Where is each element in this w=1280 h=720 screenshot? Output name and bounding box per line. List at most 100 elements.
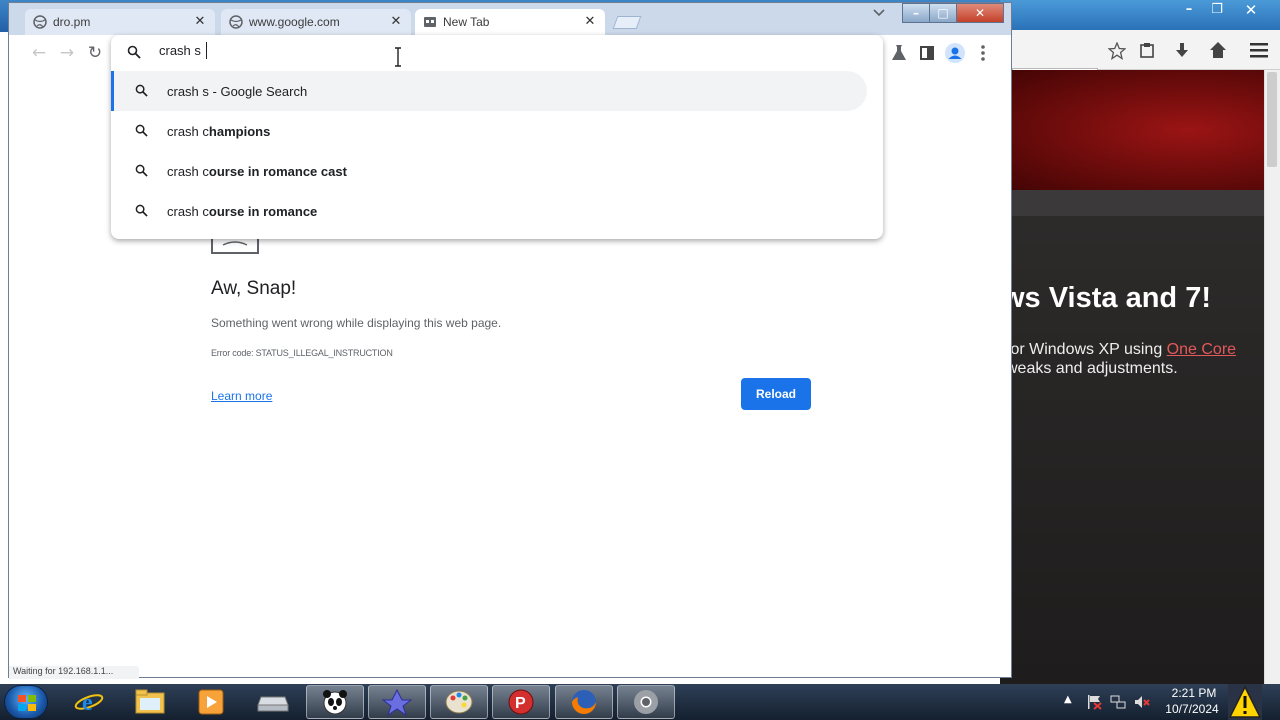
close-tab-icon[interactable]: ✕ [193, 14, 207, 29]
status-bubble: Waiting for 192.168.1.1... [9, 666, 139, 679]
labs-button[interactable] [889, 43, 909, 63]
search-icon [135, 164, 148, 177]
home-icon[interactable] [1209, 41, 1227, 59]
side-panel-icon [920, 46, 934, 60]
bird-icon [382, 688, 412, 716]
omnibox-dropdown: crash s crash s - Google Search crash ch… [111, 35, 883, 239]
close-window-button[interactable]: ✕ [956, 3, 1004, 23]
tab-title: dro.pm [53, 15, 91, 29]
drive-button[interactable] [244, 685, 302, 719]
background-content-area [1000, 190, 1268, 684]
panda-icon [323, 690, 347, 715]
suggestion-item[interactable]: crash course in romance [111, 191, 867, 231]
warning-icon[interactable] [1228, 684, 1262, 720]
clipboard-icon[interactable] [1139, 42, 1155, 58]
profile-button[interactable] [945, 43, 965, 63]
panda-app-button[interactable] [306, 685, 364, 719]
suggestion-typed: crash c [167, 164, 209, 179]
background-heading: ws Vista and 7! [1002, 282, 1211, 314]
suggestion-suffix: - Google Search [208, 84, 308, 99]
suggestion-text: crash s - Google Search [167, 84, 307, 99]
window-controls: – □ ✕ [902, 3, 1011, 23]
volume-muted-icon[interactable] [1134, 694, 1150, 710]
omnibox-input[interactable]: crash s [159, 43, 201, 58]
taskbar: e P ▲ [0, 684, 1280, 720]
background-close-button[interactable]: ✕ [1238, 1, 1264, 19]
background-window-toolbar [1000, 30, 1280, 92]
tab-title: New Tab [443, 15, 490, 29]
globe-icon [33, 15, 47, 29]
background-window-controls: – ❐ ✕ [1176, 0, 1276, 22]
tab-google[interactable]: www.google.com ✕ [221, 9, 411, 35]
background-body-text: for Windows XP using One Core weaks and … [1006, 340, 1236, 378]
background-scrollbar-thumb[interactable] [1267, 72, 1277, 167]
selection-indicator [111, 71, 114, 111]
background-minimize-button[interactable]: – [1176, 2, 1202, 20]
chrome-window: dro.pm ✕ www.google.com ✕ New Tab ✕ – □ … [8, 2, 1012, 679]
paint-app-button[interactable] [430, 685, 488, 719]
side-panel-button[interactable] [917, 43, 937, 63]
suggestion-typed: crash s [167, 84, 209, 99]
globe-icon [229, 15, 243, 29]
start-button[interactable] [4, 685, 48, 719]
clock-date[interactable]: 10/7/2024 [1160, 702, 1224, 716]
chrome-taskbar-button[interactable] [617, 685, 675, 719]
chrome-menu-button[interactable] [973, 43, 993, 63]
show-hidden-icons-button[interactable]: ▲ [1064, 694, 1072, 705]
firefox-icon [572, 690, 596, 714]
background-body-line1: for Windows XP using [1006, 341, 1167, 358]
tab-search-icon[interactable] [873, 8, 885, 18]
background-nav-band [1000, 190, 1268, 216]
star-icon[interactable] [1108, 42, 1126, 60]
search-icon [127, 45, 141, 59]
close-tab-icon[interactable]: ✕ [389, 14, 403, 29]
maximize-button[interactable]: □ [929, 3, 957, 23]
search-icon [135, 84, 148, 97]
game-app-button[interactable] [368, 685, 426, 719]
suggestion-item[interactable]: crash champions [111, 111, 867, 151]
suggestion-text: crash course in romance [167, 204, 317, 219]
suggestion-completion: ourse in romance [208, 204, 318, 219]
flask-icon [892, 45, 906, 60]
back-button[interactable]: ← [29, 43, 49, 63]
explorer-button[interactable] [121, 685, 179, 719]
red-app-button[interactable]: P [492, 685, 550, 719]
media-player-button[interactable] [182, 685, 240, 719]
error-message: Something went wrong while displaying th… [211, 316, 502, 330]
internet-explorer-button[interactable]: e [60, 685, 118, 719]
close-tab-icon[interactable]: ✕ [583, 14, 597, 29]
suggestion-item[interactable]: crash s - Google Search [111, 71, 867, 111]
suggestion-item[interactable]: crash course in romance cast [111, 151, 867, 191]
background-hero-banner [1000, 70, 1268, 190]
folder-icon [135, 689, 165, 714]
reload-button[interactable]: Reload [741, 378, 811, 410]
action-center-flag-icon[interactable] [1086, 694, 1102, 710]
tab-new-tab[interactable]: New Tab ✕ [415, 9, 605, 35]
firefox-button[interactable] [555, 685, 613, 719]
reload-toolbar-button[interactable]: ↻ [85, 43, 105, 63]
background-restore-button[interactable]: ❐ [1204, 2, 1230, 20]
error-title: Aw, Snap! [211, 278, 297, 299]
svg-text:e: e [82, 690, 93, 716]
learn-more-link[interactable]: Learn more [211, 389, 272, 403]
kebab-menu-icon [981, 45, 985, 61]
forward-button[interactable]: → [57, 43, 77, 63]
red-app-icon: P [508, 689, 534, 715]
minimize-button[interactable]: – [902, 3, 930, 23]
internet-explorer-icon: e [74, 690, 104, 716]
clock-time[interactable]: 2:21 PM [1166, 686, 1222, 700]
new-tab-button[interactable] [612, 16, 642, 29]
background-body-line2: weaks and adjustments. [1006, 360, 1178, 377]
one-core-link[interactable]: One Core [1167, 341, 1236, 358]
menu-icon[interactable] [1250, 42, 1268, 58]
profile-avatar-icon [945, 43, 965, 63]
new-tab-icon [424, 17, 436, 27]
error-code: Error code: STATUS_ILLEGAL_INSTRUCTION [211, 348, 393, 358]
tab-dro-pm[interactable]: dro.pm ✕ [25, 9, 215, 35]
network-icon[interactable] [1110, 694, 1126, 710]
download-icon[interactable] [1174, 42, 1190, 58]
search-icon [135, 204, 148, 217]
text-caret [206, 42, 207, 59]
search-icon [135, 124, 148, 137]
background-browser-window[interactable]: ws Vista and 7! for Windows XP using One… [1000, 0, 1280, 684]
